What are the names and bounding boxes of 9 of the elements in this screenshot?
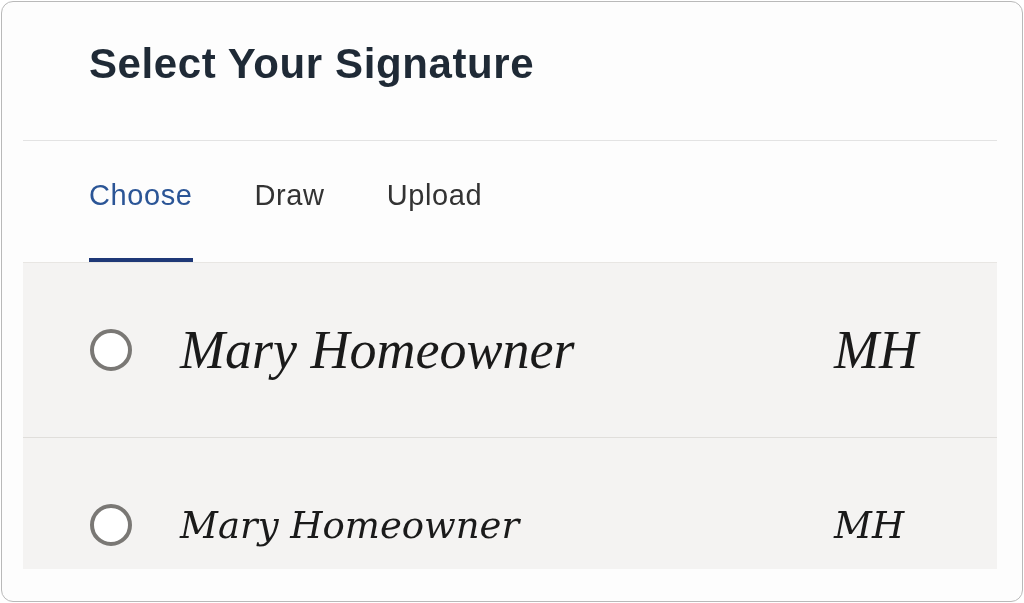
initials-text: MH <box>834 319 997 381</box>
signature-text: Mary Homeowner <box>180 503 522 547</box>
initials-text: MH <box>834 503 906 547</box>
tab[interactable]: Upload <box>386 181 483 262</box>
radio-button[interactable] <box>90 329 132 371</box>
dialog-title: Select Your Signature <box>89 40 535 89</box>
radio-button[interactable] <box>90 504 132 546</box>
signature-text: Mary Homeowner <box>180 319 576 381</box>
tab[interactable]: Draw <box>254 181 325 262</box>
